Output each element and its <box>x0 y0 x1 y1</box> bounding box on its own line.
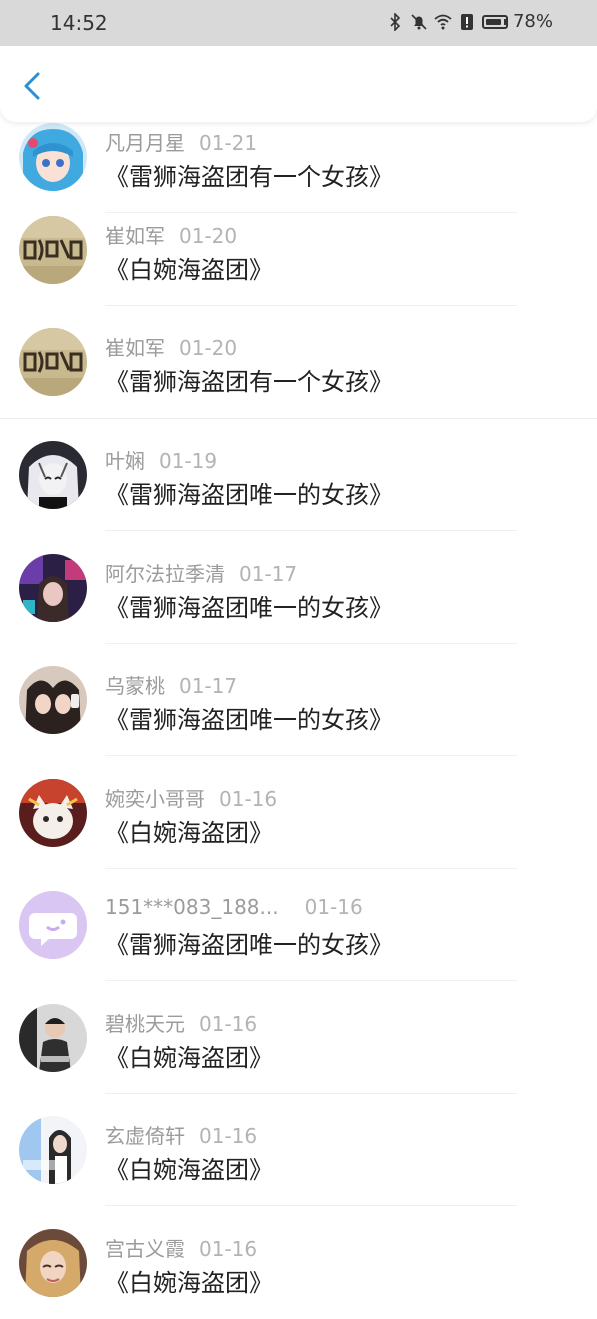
comment-title[interactable]: 《白婉海盗团》 <box>105 813 273 848</box>
comment-title[interactable]: 《雷狮海盗团唯一的女孩》 <box>105 475 393 510</box>
avatar[interactable] <box>19 891 87 959</box>
list-item[interactable]: 婉奕小哥哥 01-16 《白婉海盗团》 <box>0 757 597 869</box>
list-item[interactable]: 叶娴 01-19 《雷狮海盗团唯一的女孩》 <box>0 419 597 531</box>
comment-date: 01-16 <box>199 1237 258 1261</box>
divider <box>105 755 517 756</box>
user-name[interactable]: 崔如军 <box>105 336 165 360</box>
divider <box>105 530 517 531</box>
user-name[interactable]: 乌蒙桃 <box>105 674 165 698</box>
comment-date: 01-19 <box>159 449 218 473</box>
list-item[interactable]: 崔如军 01-20 《白婉海盗团》 <box>0 194 597 306</box>
comment-date: 01-20 <box>179 336 238 360</box>
comment-title[interactable]: 《白婉海盗团》 <box>105 250 273 285</box>
user-name[interactable]: 宫古义霞 <box>105 1237 185 1261</box>
status-time: 14:52 <box>50 11 108 35</box>
user-name[interactable]: 碧桃天元 <box>105 1012 185 1036</box>
avatar[interactable] <box>19 779 87 847</box>
comment-title[interactable]: 《雷狮海盗团有一个女孩》 <box>105 157 393 192</box>
comment-date: 01-16 <box>199 1124 258 1148</box>
avatar[interactable] <box>19 216 87 284</box>
divider <box>105 1205 517 1206</box>
avatar[interactable] <box>19 1004 87 1072</box>
wifi-icon <box>434 14 452 29</box>
bell-muted-icon <box>411 13 427 30</box>
comment-title[interactable]: 《雷狮海盗团唯一的女孩》 <box>105 588 393 623</box>
comment-title[interactable]: 《白婉海盗团》 <box>105 1263 273 1298</box>
list-item[interactable]: 崔如军 01-20 《雷狮海盗团有一个女孩》 <box>0 306 597 418</box>
list-item[interactable]: 乌蒙桃 01-17 《雷狮海盗团唯一的女孩》 <box>0 644 597 756</box>
comment-title[interactable]: 《白婉海盗团》 <box>105 1150 273 1185</box>
user-name[interactable]: 阿尔法拉季清 <box>105 562 225 586</box>
avatar[interactable] <box>19 328 87 396</box>
user-name[interactable]: 玄虚倚轩 <box>105 1124 185 1148</box>
status-icons: 78% <box>386 11 553 32</box>
comment-title[interactable]: 《雷狮海盗团唯一的女孩》 <box>105 925 393 960</box>
battery-percent: 78% <box>512 11 553 32</box>
avatar[interactable] <box>19 1229 87 1297</box>
user-name[interactable]: 凡月月星 <box>105 131 185 155</box>
divider <box>105 980 517 981</box>
avatar[interactable] <box>19 666 87 734</box>
list-item[interactable]: 碧桃天元 01-16 《白婉海盗团》 <box>0 982 597 1094</box>
list-item[interactable]: 151***083_188... 01-16 《雷狮海盗团唯一的女孩》 <box>0 869 597 981</box>
comment-date: 01-16 <box>219 787 278 811</box>
comment-date: 01-16 <box>199 1012 258 1036</box>
comment-date: 01-16 <box>304 895 363 919</box>
avatar[interactable] <box>19 1116 87 1184</box>
comment-date: 01-20 <box>179 224 238 248</box>
list-item[interactable]: 阿尔法拉季清 01-17 《雷狮海盗团唯一的女孩》 <box>0 532 597 644</box>
list-item[interactable]: 宫古义霞 01-16 《白婉海盗团》 <box>0 1207 597 1319</box>
user-name[interactable]: 崔如军 <box>105 224 165 248</box>
battery-icon <box>481 14 508 29</box>
comment-date: 01-17 <box>179 674 238 698</box>
user-name[interactable]: 151***083_188... <box>105 895 279 919</box>
comment-title[interactable]: 《雷狮海盗团有一个女孩》 <box>105 362 393 397</box>
avatar[interactable] <box>19 441 87 509</box>
user-name[interactable]: 叶娴 <box>105 449 145 473</box>
comment-date: 01-17 <box>239 562 298 586</box>
chevron-left-icon <box>24 72 40 100</box>
avatar[interactable] <box>19 554 87 622</box>
bluetooth-icon <box>390 12 401 31</box>
back-button[interactable] <box>14 66 54 106</box>
comment-title[interactable]: 《白婉海盗团》 <box>105 1038 273 1073</box>
status-bar: 14:52 78% <box>0 0 597 46</box>
comment-date: 01-21 <box>199 131 258 155</box>
comment-title[interactable]: 《雷狮海盗团唯一的女孩》 <box>105 700 393 735</box>
sim-alert-icon <box>460 13 473 30</box>
nav-bar <box>0 46 597 122</box>
list-item[interactable]: 玄虚倚轩 01-16 《白婉海盗团》 <box>0 1094 597 1206</box>
user-name[interactable]: 婉奕小哥哥 <box>105 787 205 811</box>
avatar[interactable] <box>19 123 87 191</box>
